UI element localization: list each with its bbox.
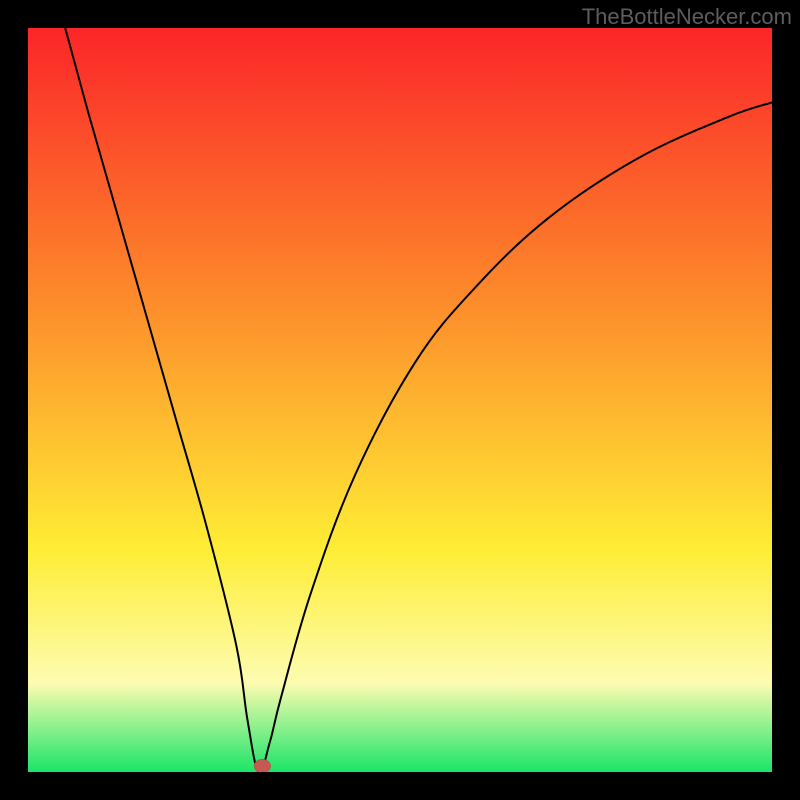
gradient-background [28, 28, 772, 772]
plot-area [28, 28, 772, 772]
optimal-point-marker [254, 759, 270, 772]
chart-frame: TheBottleNecker.com [0, 0, 800, 800]
chart-svg [28, 28, 772, 772]
watermark-text: TheBottleNecker.com [582, 4, 792, 30]
